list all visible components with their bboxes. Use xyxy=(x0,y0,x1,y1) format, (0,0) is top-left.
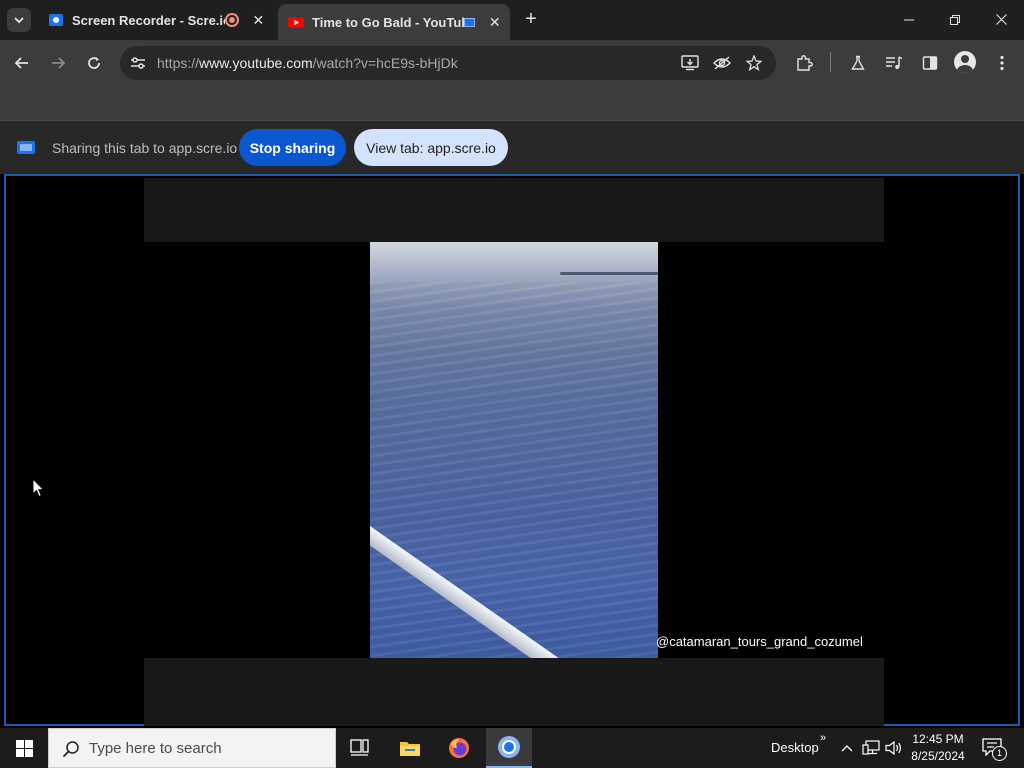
stop-sharing-button[interactable]: Stop sharing xyxy=(239,129,346,166)
media-controls-button[interactable] xyxy=(882,51,906,75)
view-tab-button[interactable]: View tab: app.scre.io xyxy=(354,129,508,166)
task-view-button[interactable] xyxy=(337,728,383,768)
more-vertical-icon xyxy=(1000,55,1004,71)
url-scheme: https:// xyxy=(157,55,200,71)
youtube-icon xyxy=(288,17,304,28)
windows-icon xyxy=(15,739,33,757)
firefox-icon xyxy=(449,738,469,758)
video-water xyxy=(370,282,658,658)
folder-icon xyxy=(400,742,420,756)
music-queue-icon xyxy=(886,56,903,69)
tab-youtube[interactable]: Time to Go Bald - YouTube ✕ xyxy=(278,4,510,40)
flask-icon xyxy=(851,55,865,70)
tab-screen-recorder[interactable]: Screen Recorder - Scre.io ✕ xyxy=(38,4,274,36)
screen-share-icon xyxy=(17,141,35,154)
notification-count-badge: 1 xyxy=(992,746,1007,761)
tab-title: Screen Recorder - Scre.io xyxy=(72,12,226,28)
chrome-icon xyxy=(498,736,520,758)
back-arrow-icon xyxy=(14,57,28,69)
restore-icon xyxy=(950,15,960,25)
toolbar-overflow-icon[interactable]: » xyxy=(820,732,826,744)
firefox-button[interactable] xyxy=(436,728,482,768)
restore-button[interactable] xyxy=(932,6,978,34)
forward-arrow-icon xyxy=(52,57,66,69)
toolbar-divider xyxy=(830,52,831,72)
chrome-button[interactable] xyxy=(486,728,532,768)
taskbar: Type here to search Desktop » 12:45 PM 8… xyxy=(0,728,1024,768)
address-bar[interactable]: https://www.youtube.com/watch?v=hcE9s-bH… xyxy=(120,46,776,80)
site-info-icon[interactable] xyxy=(128,53,148,73)
network-icon[interactable] xyxy=(861,738,881,758)
reload-icon xyxy=(88,57,100,69)
toolbar: https://www.youtube.com/watch?v=hcE9s-bH… xyxy=(0,40,1024,86)
desktop-toolbar-label[interactable]: Desktop xyxy=(771,740,819,755)
video-horizon xyxy=(560,272,658,275)
clock-time: 12:45 PM xyxy=(912,732,964,746)
show-hidden-icons-button[interactable] xyxy=(837,738,857,758)
reload-button[interactable] xyxy=(82,51,106,75)
start-button[interactable] xyxy=(0,728,48,768)
labs-button[interactable] xyxy=(846,51,870,75)
video-bottom-band xyxy=(144,658,884,726)
taskbar-search[interactable]: Type here to search xyxy=(48,728,336,768)
chevron-down-icon xyxy=(14,17,24,24)
side-panel-button[interactable] xyxy=(918,51,942,75)
mouse-cursor-icon xyxy=(32,478,45,498)
close-tab-icon[interactable]: ✕ xyxy=(249,12,268,29)
screen-recorder-icon xyxy=(49,14,63,26)
side-panel-icon xyxy=(922,56,938,70)
puzzle-icon xyxy=(797,55,813,71)
recording-icon xyxy=(225,13,239,27)
url-text[interactable]: https://www.youtube.com/watch?v=hcE9s-bH… xyxy=(157,55,458,71)
profile-avatar-icon[interactable] xyxy=(954,51,976,73)
sharing-infobar: Sharing this tab to app.scre.io Stop sha… xyxy=(0,120,1024,174)
file-explorer-button[interactable] xyxy=(387,728,433,768)
minimize-button[interactable] xyxy=(886,6,932,34)
video-player[interactable] xyxy=(370,242,658,658)
notifications-button[interactable]: 1 xyxy=(982,738,1007,761)
tab-sharing-icon xyxy=(464,17,476,27)
tab-title: Time to Go Bald - YouTube xyxy=(312,14,465,30)
extensions-button[interactable] xyxy=(792,51,816,75)
menu-button[interactable] xyxy=(990,51,1014,75)
search-icon xyxy=(61,739,81,759)
chevron-up-icon xyxy=(841,745,853,752)
video-top-band xyxy=(144,178,884,242)
forward-button[interactable] xyxy=(46,51,70,75)
close-tab-icon[interactable]: ✕ xyxy=(485,14,504,31)
search-placeholder: Type here to search xyxy=(89,740,222,757)
bookmarks-bar xyxy=(0,86,1024,120)
minimize-icon xyxy=(904,19,914,21)
new-tab-button[interactable]: + xyxy=(520,8,542,32)
star-icon[interactable] xyxy=(744,53,764,73)
screen: Screen Recorder - Scre.io ✕ Time to Go B… xyxy=(0,0,1024,768)
task-view-icon xyxy=(350,739,369,756)
tab-search-button[interactable] xyxy=(7,8,31,32)
url-path: /watch?v=hcE9s-bHjDk xyxy=(312,55,458,71)
sharing-message: Sharing this tab to app.scre.io xyxy=(52,140,238,156)
close-window-button[interactable] xyxy=(978,6,1024,34)
close-icon xyxy=(995,14,1007,25)
url-host: www.youtube.com xyxy=(199,55,313,71)
video-watermark: @catamaran_tours_grand_cozumel xyxy=(656,634,863,649)
tab-strip: Screen Recorder - Scre.io ✕ Time to Go B… xyxy=(0,0,1024,40)
install-app-icon[interactable] xyxy=(680,53,700,73)
clock-date: 8/25/2024 xyxy=(911,749,965,763)
shared-tab-content: @catamaran_tours_grand_cozumel xyxy=(4,174,1020,726)
taskbar-clock[interactable]: 12:45 PM 8/25/2024 xyxy=(904,731,972,765)
volume-icon[interactable] xyxy=(884,738,904,758)
back-button[interactable] xyxy=(10,51,34,75)
eye-off-icon[interactable] xyxy=(712,53,732,73)
